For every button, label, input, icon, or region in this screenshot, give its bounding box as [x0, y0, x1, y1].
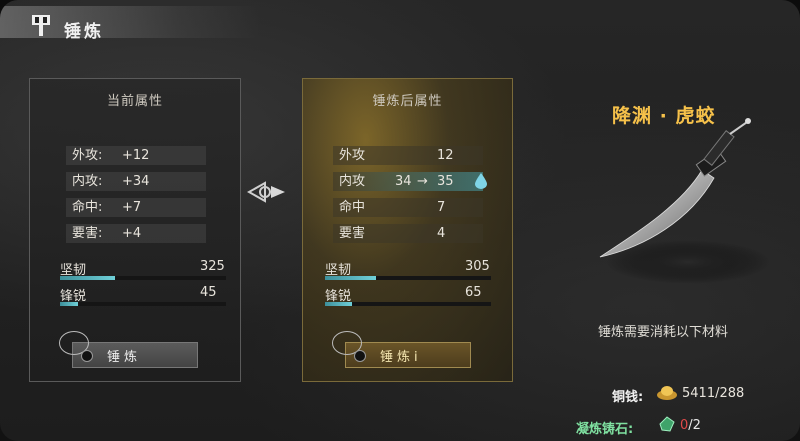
stat-row: 外攻: +12: [66, 146, 206, 165]
stat-row: 命中: +7: [66, 198, 206, 217]
header-banner: 锤炼: [0, 6, 260, 42]
copper-value: 5411/288: [682, 386, 745, 401]
button-orb-icon: [81, 350, 93, 362]
panel-title: 锤炼后属性: [372, 94, 443, 109]
stat-value-from: 34: [395, 174, 412, 189]
stat-row: 要害: +4: [66, 224, 206, 243]
stat-label: 外攻:: [72, 148, 103, 163]
stat-value: +4: [122, 226, 142, 241]
forge-button-label: 锤炼: [107, 350, 142, 365]
forge-stone-need: /2: [688, 418, 701, 433]
stat-value: +12: [122, 148, 150, 163]
stat-row: 内攻: +34: [66, 172, 206, 191]
bar-value: 45: [200, 285, 217, 300]
forge-screen: 锤炼 当前属性 外攻: +12 内攻: +34 命中: +7 要害: +4 坚韧…: [0, 0, 800, 441]
toughness-bar: 坚韧 325: [60, 259, 226, 281]
stat-value: 7: [437, 200, 446, 215]
forge-confirm-button-label: 锤炼i: [380, 350, 422, 365]
stat-label: 要害: [339, 226, 366, 241]
forge-stone-label: 凝炼铸石:: [576, 422, 634, 437]
copper-coin-row: 铜钱: 5411/288: [612, 386, 744, 405]
bar-track: [60, 276, 226, 280]
stat-value: +7: [122, 200, 142, 215]
transition-arrow-icon: [247, 181, 285, 203]
current-attributes-panel: 当前属性 外攻: +12 内攻: +34 命中: +7 要害: +4 坚韧 32…: [29, 78, 241, 382]
bar-fill: [325, 302, 352, 306]
jade-stone-icon: [659, 416, 675, 432]
stat-label: 命中:: [72, 200, 103, 215]
bar-fill: [60, 302, 79, 306]
bar-track: [325, 302, 491, 306]
panel-title: 当前属性: [106, 94, 163, 109]
bar-value: 325: [200, 259, 225, 274]
forge-confirm-button[interactable]: 锤炼i: [332, 331, 471, 368]
weapon-sword-icon[interactable]: [590, 112, 770, 287]
stat-row-upgraded: 内攻 34 → 35: [333, 172, 487, 191]
bar-fill: [325, 276, 377, 280]
stat-label: 内攻:: [72, 174, 103, 189]
stat-row: 外攻 12: [333, 146, 483, 165]
stat-label: 外攻: [339, 148, 366, 163]
toughness-bar: 坚韧 305: [325, 259, 491, 281]
bar-value: 65: [465, 285, 482, 300]
upgrade-arrow-icon: →: [417, 174, 428, 189]
sharpness-bar: 锋锐 45: [60, 285, 226, 307]
droplet-icon: [475, 173, 487, 189]
stat-row: 要害 4: [333, 224, 483, 243]
material-requirement-note: 锤炼需要消耗以下材料: [598, 325, 729, 340]
stat-label: 命中: [339, 200, 366, 215]
stat-label: 要害:: [72, 226, 103, 241]
copper-label: 铜钱:: [612, 390, 644, 405]
bar-track: [60, 302, 226, 306]
gold-ingot-icon: [657, 386, 677, 400]
stat-value: 4: [437, 226, 446, 241]
stat-label: 内攻: [339, 174, 366, 189]
sharpness-bar: 锋锐 65: [325, 285, 491, 307]
bar-fill: [60, 276, 115, 280]
bar-value: 305: [465, 259, 490, 274]
stat-value: 12: [437, 148, 454, 163]
stat-value: +34: [122, 174, 150, 189]
forge-button[interactable]: 锤炼: [59, 331, 198, 368]
page-title: 锤炼: [64, 22, 104, 42]
hammer-banner-icon: [32, 15, 50, 36]
stat-value-to: 35: [437, 174, 454, 189]
button-orb-icon: [354, 350, 366, 362]
forge-stone-count: 0/2: [680, 418, 701, 433]
after-forge-attributes-panel: 锤炼后属性 外攻 12 内攻 34 → 35 命中 7 要害 4 坚韧 305: [302, 78, 513, 382]
bar-track: [325, 276, 491, 280]
forge-stone-row: 凝炼铸石: 0/2: [576, 416, 701, 437]
stat-row: 命中 7: [333, 198, 483, 217]
